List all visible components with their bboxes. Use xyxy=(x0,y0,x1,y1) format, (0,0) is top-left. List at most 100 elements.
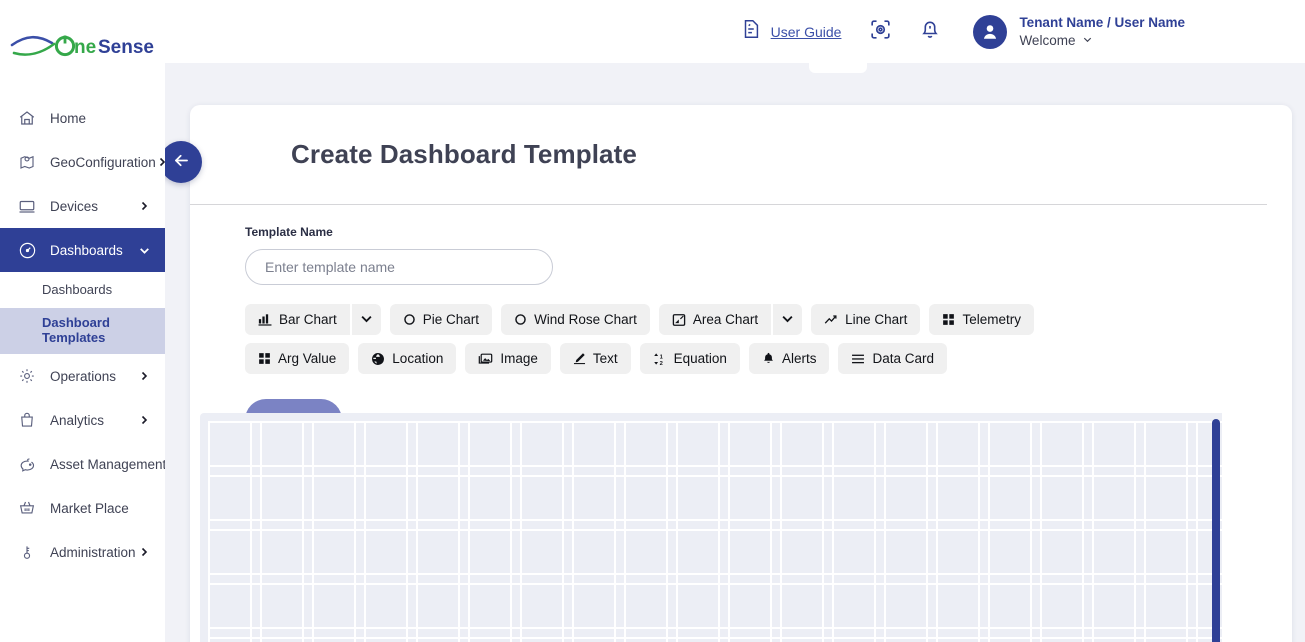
sidebar-subitem-dashboards[interactable]: Dashboards xyxy=(0,272,165,308)
app-root: ne Sense Home Ge xyxy=(0,0,1305,642)
scan-code-button[interactable] xyxy=(855,10,905,54)
widget-button-data-card[interactable]: Data Card xyxy=(838,343,947,374)
widget-button-telemetry[interactable]: Telemetry xyxy=(929,304,1034,335)
area-chart-group: Area Chart xyxy=(659,304,802,335)
widget-button-label: Bar Chart xyxy=(279,312,337,327)
monitor-icon xyxy=(16,195,38,217)
widget-button-pie-chart[interactable]: Pie Chart xyxy=(390,304,492,335)
geo-pin-icon xyxy=(16,151,38,173)
sidebar-item-label: Dashboards xyxy=(50,243,137,258)
widget-type-row-1: Bar Chart xyxy=(245,304,1292,335)
widget-button-text[interactable]: Text xyxy=(560,343,631,374)
page-title: Create Dashboard Template xyxy=(291,139,637,170)
header-tab-notch xyxy=(809,63,867,73)
header-actions: User Guide xyxy=(726,10,1185,54)
top-header: User Guide xyxy=(165,0,1305,63)
widget-button-bar-chart[interactable]: Bar Chart xyxy=(245,304,350,335)
widget-button-wind-rose-chart[interactable]: Wind Rose Chart xyxy=(501,304,650,335)
svg-text:2: 2 xyxy=(659,360,662,365)
home-icon xyxy=(16,107,38,129)
widget-button-line-chart[interactable]: Line Chart xyxy=(811,304,920,335)
user-name-label: Tenant Name / User Name xyxy=(1019,15,1185,30)
user-menu[interactable]: Tenant Name / User Name Welcome xyxy=(955,13,1185,50)
widget-button-image[interactable]: Image xyxy=(465,343,551,374)
widget-button-label: Wind Rose Chart xyxy=(534,312,637,327)
sidebar-item-market-place[interactable]: Market Place xyxy=(0,486,165,530)
list-icon xyxy=(851,352,865,366)
user-welcome-row: Welcome xyxy=(1019,33,1185,50)
widget-button-label: Pie Chart xyxy=(423,312,479,327)
widget-button-label: Data Card xyxy=(872,351,934,366)
image-icon xyxy=(478,351,493,366)
key-icon xyxy=(16,541,38,563)
area-chart-icon xyxy=(672,313,686,327)
sidebar-item-geoconfiguration[interactable]: GeoConfiguration xyxy=(0,140,165,184)
user-text-block: Tenant Name / User Name Welcome xyxy=(1019,13,1185,50)
widget-button-label: Location xyxy=(392,351,443,366)
sidebar-item-devices[interactable]: Devices xyxy=(0,184,165,228)
widget-button-label: Equation xyxy=(674,351,727,366)
widget-type-row-2: Arg Value Location xyxy=(245,343,1292,374)
widget-button-area-chart[interactable]: Area Chart xyxy=(659,304,771,335)
sidebar-item-label: Home xyxy=(50,111,151,126)
sidebar-item-label: Market Place xyxy=(50,501,151,516)
sidebar: ne Sense Home Ge xyxy=(0,0,165,642)
pencil-icon xyxy=(573,352,586,365)
user-avatar-icon xyxy=(973,15,1007,49)
sidebar-subitem-dashboard-templates[interactable]: Dashboard Templates xyxy=(0,308,165,354)
widget-button-equation[interactable]: 1 2 Equation xyxy=(640,343,740,374)
bag-icon xyxy=(16,409,38,431)
widget-button-location[interactable]: Location xyxy=(358,343,456,374)
chevron-right-icon xyxy=(137,545,151,559)
piggy-icon xyxy=(16,453,38,475)
area-chart-dropdown-button[interactable] xyxy=(771,304,802,335)
content-area: Create Dashboard Template Template Name xyxy=(165,63,1305,642)
widget-button-alerts[interactable]: Alerts xyxy=(749,343,830,374)
welcome-label: Welcome xyxy=(1019,33,1075,50)
template-name-label: Template Name xyxy=(245,225,1292,239)
widget-button-arg-value[interactable]: Arg Value xyxy=(245,343,349,374)
bar-chart-icon xyxy=(258,313,272,327)
main-region: User Guide xyxy=(165,0,1305,642)
sidebar-item-label: Devices xyxy=(50,199,137,214)
template-name-input[interactable] xyxy=(245,249,553,285)
globe-icon xyxy=(371,352,385,366)
bell-icon xyxy=(762,352,775,365)
basket-icon xyxy=(16,497,38,519)
widget-button-label: Area Chart xyxy=(693,312,758,327)
notifications-button[interactable] xyxy=(905,10,955,54)
sidebar-item-label: Operations xyxy=(50,369,137,384)
chevron-right-icon xyxy=(137,369,151,383)
sidebar-nav: Home GeoConfiguration xyxy=(0,96,165,574)
widget-button-label: Line Chart xyxy=(845,312,907,327)
sidebar-item-administration[interactable]: Administration xyxy=(0,530,165,574)
sidebar-item-label: Administration xyxy=(50,545,137,560)
line-chart-icon xyxy=(824,313,838,327)
sidebar-item-dashboards[interactable]: Dashboards xyxy=(0,228,165,272)
sidebar-item-analytics[interactable]: Analytics xyxy=(0,398,165,442)
circle-icon xyxy=(403,313,416,326)
user-guide-label: User Guide xyxy=(771,24,842,40)
back-button[interactable] xyxy=(160,141,202,183)
bar-chart-group: Bar Chart xyxy=(245,304,381,335)
chevron-right-icon xyxy=(156,155,165,169)
brand-logo[interactable]: ne Sense xyxy=(0,0,165,96)
gear-icon xyxy=(16,365,38,387)
create-template-card: Create Dashboard Template Template Name xyxy=(190,105,1292,642)
widget-button-label: Arg Value xyxy=(278,351,336,366)
chevron-down-icon xyxy=(1082,33,1093,50)
sidebar-item-home[interactable]: Home xyxy=(0,96,165,140)
sidebar-subitem-label: Dashboard Templates xyxy=(42,316,132,346)
gauge-icon xyxy=(16,239,38,261)
svg-text:1: 1 xyxy=(659,354,663,360)
chevron-down-icon xyxy=(780,311,795,329)
bar-chart-dropdown-button[interactable] xyxy=(350,304,381,335)
widget-button-label: Text xyxy=(593,351,618,366)
notification-bell-icon xyxy=(918,17,942,46)
grid-vertical-scrollbar[interactable] xyxy=(1212,419,1220,642)
sidebar-item-asset-management[interactable]: Asset Management xyxy=(0,442,165,486)
sidebar-item-label: Analytics xyxy=(50,413,137,428)
dashboard-grid-canvas[interactable] xyxy=(200,413,1222,642)
user-guide-button[interactable]: User Guide xyxy=(726,18,856,45)
sidebar-item-operations[interactable]: Operations xyxy=(0,354,165,398)
